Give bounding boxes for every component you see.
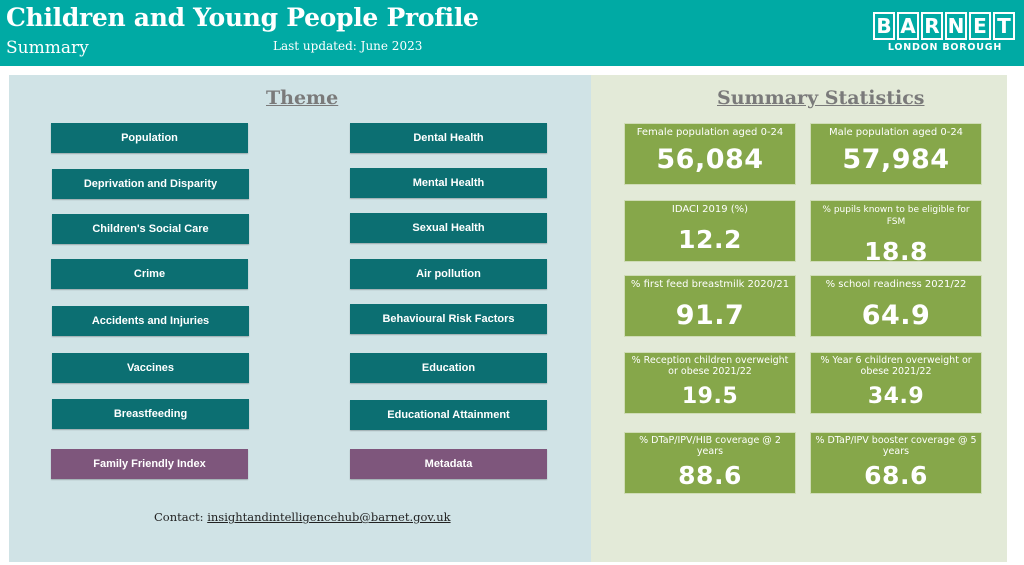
logo-letter: A <box>897 12 919 40</box>
page-subtitle: Summary <box>6 38 89 58</box>
stat-card-label: % first feed breastmilk 2020/21 <box>630 279 790 290</box>
theme-button-mental-health[interactable]: Mental Health <box>350 168 547 198</box>
stat-card-label: Male population aged 0-24 <box>828 127 964 138</box>
theme-button-family-friendly-index[interactable]: Family Friendly Index <box>51 449 248 479</box>
barnet-logo: B A R N E T LONDON BOROUGH <box>873 12 1017 56</box>
last-updated-text: Last updated: June 2023 <box>273 39 423 53</box>
stat-card-value: 57,984 <box>842 144 950 175</box>
header-banner: Children and Young People Profile Summar… <box>0 0 1024 66</box>
stat-card-value: 64.9 <box>861 300 931 331</box>
theme-button-air-pollution[interactable]: Air pollution <box>350 259 547 289</box>
theme-button-crime[interactable]: Crime <box>51 259 248 289</box>
theme-button-breastfeeding[interactable]: Breastfeeding <box>52 399 249 429</box>
stat-card-value: 68.6 <box>864 461 928 490</box>
logo-subtitle: LONDON BOROUGH <box>887 42 1003 53</box>
logo-letter: R <box>921 12 943 40</box>
stat-card-value: 34.9 <box>867 384 925 409</box>
stat-card-dtap-2-years: % DTaP/IPV/HIB coverage @ 2 years 88.6 <box>624 432 796 494</box>
theme-heading: Theme <box>266 87 339 109</box>
stat-card-label: % Year 6 children overweight or obese 20… <box>820 355 972 377</box>
stat-card-value: 19.5 <box>681 384 739 409</box>
theme-button-vaccines[interactable]: Vaccines <box>52 353 249 383</box>
theme-button-population[interactable]: Population <box>51 123 248 153</box>
summary-heading: Summary Statistics <box>717 87 925 109</box>
stat-card-value: 91.7 <box>675 300 745 331</box>
stat-card-female-population: Female population aged 0-24 56,084 <box>624 123 796 185</box>
theme-button-dental-health[interactable]: Dental Health <box>350 123 547 153</box>
contact-line: Contact: insightandintelligencehub@barne… <box>154 510 451 524</box>
contact-label: Contact: <box>154 510 204 524</box>
page-title: Children and Young People Profile <box>6 3 479 32</box>
stat-card-dtap-5-years: % DTaP/IPV booster coverage @ 5 years 68… <box>810 432 982 494</box>
theme-button-childrens-social-care[interactable]: Children's Social Care <box>52 214 249 244</box>
stat-card-male-population: Male population aged 0-24 57,984 <box>810 123 982 185</box>
theme-button-sexual-health[interactable]: Sexual Health <box>350 213 547 243</box>
stat-card-label: % school readiness 2021/22 <box>825 279 967 290</box>
stat-card-breastmilk: % first feed breastmilk 2020/21 91.7 <box>624 275 796 337</box>
stat-card-label: % DTaP/IPV/HIB coverage @ 2 years <box>639 435 781 457</box>
stat-card-value: 12.2 <box>678 225 742 254</box>
stat-card-label: % Reception children overweight or obese… <box>631 355 789 377</box>
theme-button-deprivation[interactable]: Deprivation and Disparity <box>52 169 249 199</box>
theme-button-educational-attainment[interactable]: Educational Attainment <box>350 400 547 430</box>
logo-letter: T <box>993 12 1015 40</box>
logo-letter: B <box>873 12 895 40</box>
stat-card-value: 88.6 <box>678 461 742 490</box>
stat-card-reception-overweight: % Reception children overweight or obese… <box>624 352 796 414</box>
theme-button-education[interactable]: Education <box>350 353 547 383</box>
contact-email-link[interactable]: insightandintelligencehub@barnet.gov.uk <box>207 510 450 524</box>
stat-card-value: 18.8 <box>864 237 928 266</box>
theme-button-behavioural-risk-factors[interactable]: Behavioural Risk Factors <box>350 304 547 334</box>
theme-button-metadata[interactable]: Metadata <box>350 449 547 479</box>
stat-card-fsm: % pupils known to be eligible for FSM 18… <box>810 200 982 266</box>
stat-card-label: Female population aged 0-24 <box>636 127 784 138</box>
logo-letter: E <box>969 12 991 40</box>
stat-card-idaci: IDACI 2019 (%) 12.2 <box>624 200 796 262</box>
stat-card-school-readiness: % school readiness 2021/22 64.9 <box>810 275 982 337</box>
logo-letter: N <box>945 12 967 40</box>
stat-card-value: 56,084 <box>656 144 764 175</box>
stat-card-label: % DTaP/IPV booster coverage @ 5 years <box>815 435 977 457</box>
stat-card-year6-overweight: % Year 6 children overweight or obese 20… <box>810 352 982 414</box>
stat-card-label: IDACI 2019 (%) <box>671 204 749 215</box>
theme-button-accidents-injuries[interactable]: Accidents and Injuries <box>52 306 249 336</box>
stat-card-label: % pupils known to be eligible for FSM <box>822 205 970 227</box>
